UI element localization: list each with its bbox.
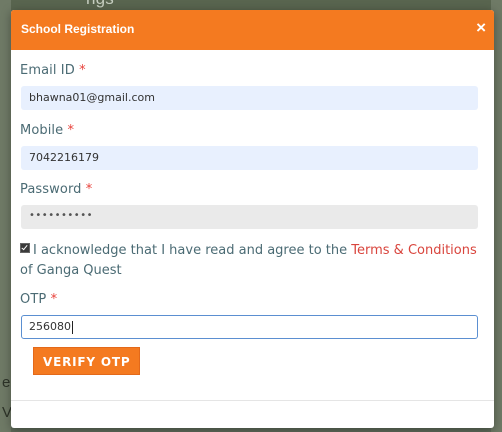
text-caret bbox=[72, 320, 73, 334]
background-left-panel bbox=[0, 0, 11, 432]
terms-checkbox[interactable] bbox=[20, 243, 30, 253]
otp-field[interactable]: 256080 bbox=[21, 315, 478, 339]
required-mark: * bbox=[85, 182, 93, 197]
terms-conditions-link[interactable]: Terms & Conditions bbox=[351, 243, 477, 258]
background-text-fragment: e bbox=[2, 374, 11, 391]
password-label-text: Password bbox=[20, 182, 82, 197]
terms-text-continued: of Ganga Quest bbox=[20, 263, 122, 278]
required-mark: * bbox=[67, 123, 75, 138]
password-field[interactable]: •••••••••• bbox=[21, 205, 478, 229]
modal-header: School Registration × bbox=[11, 10, 494, 50]
close-icon[interactable]: × bbox=[476, 19, 486, 36]
password-label: Password * bbox=[20, 182, 92, 197]
verify-otp-button[interactable]: VERIFY OTP bbox=[33, 347, 141, 375]
background-header-text: ngs bbox=[86, 0, 114, 9]
email-field[interactable]: bhawna01@gmail.com bbox=[21, 86, 478, 110]
modal-title: School Registration bbox=[21, 22, 135, 36]
email-label: Email ID * bbox=[20, 63, 86, 78]
required-mark: * bbox=[50, 292, 58, 307]
otp-label-text: OTP bbox=[20, 292, 47, 307]
otp-value: 256080 bbox=[29, 320, 71, 333]
email-label-text: Email ID bbox=[20, 63, 75, 78]
required-mark: * bbox=[79, 63, 86, 78]
mobile-field[interactable]: 7042216179 bbox=[21, 146, 478, 170]
modal-footer-divider bbox=[11, 400, 494, 401]
otp-label: OTP * bbox=[20, 292, 57, 307]
background-header: ngs bbox=[0, 0, 502, 10]
mobile-label-text: Mobile bbox=[20, 123, 64, 138]
mobile-label: Mobile * bbox=[20, 123, 74, 138]
terms-acknowledgement: I acknowledge that I have read and agree… bbox=[20, 241, 485, 281]
terms-text: I acknowledge that I have read and agree… bbox=[33, 243, 352, 258]
